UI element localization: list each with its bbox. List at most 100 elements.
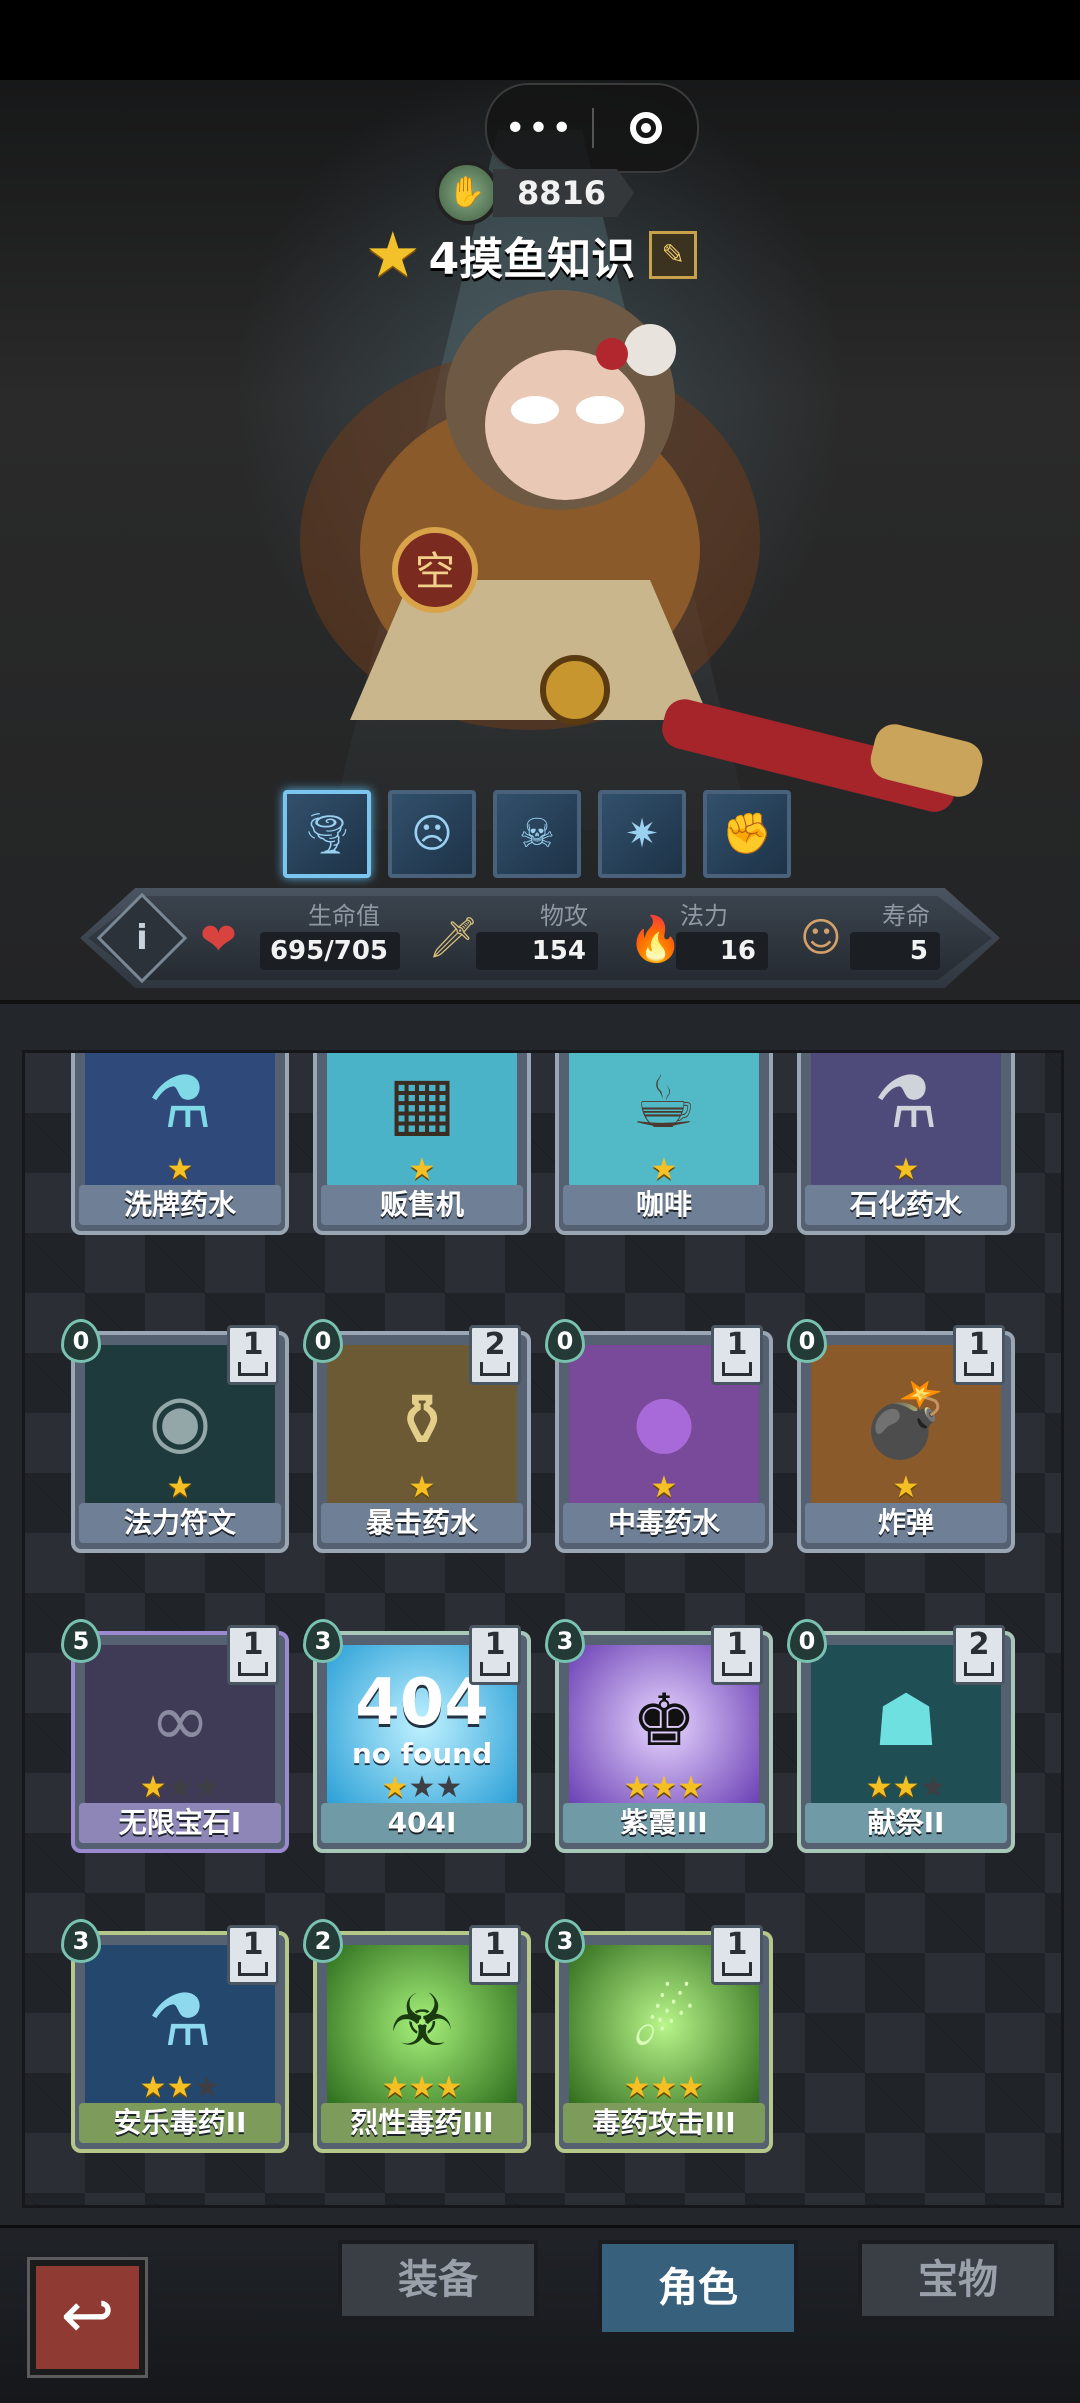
card-infinity-gem[interactable]: ∞ ★★★ 无限宝石I 5 1: [61, 1619, 289, 1853]
card-cost: 3: [303, 1619, 343, 1663]
skill-slot-4[interactable]: ✷: [598, 790, 686, 878]
currency-value: 8816: [493, 169, 635, 217]
card-404[interactable]: 404 no found ★★★ 404I 3 1: [303, 1619, 531, 1853]
tab-equipment[interactable]: 装备: [338, 2240, 538, 2320]
stack-icon: [480, 1662, 510, 1676]
card-purple-cloud[interactable]: ♚ ★★★ 紫霞III 3 1: [545, 1619, 773, 1853]
card-stars: ★: [801, 1155, 1011, 1185]
card-count: 2: [484, 1327, 506, 1362]
card-count-badge: 1: [711, 1925, 763, 1985]
card-coffee[interactable]: ☕ ★ 咖啡: [555, 1053, 773, 1235]
skill-slot-5[interactable]: ✊: [703, 790, 791, 878]
card-name: 贩售机: [321, 1185, 523, 1225]
stack-icon: [480, 1962, 510, 1976]
tab-character[interactable]: 角色: [598, 2240, 798, 2336]
skill-slot-3[interactable]: ☠: [493, 790, 581, 878]
hero-area: 空 ••• ✋ 8816 ★ 4摸鱼知识 ✎ 🌪 ☹ ☠ ✷ ✊: [0, 0, 1080, 1000]
stat-hp: 生命值 ❤ 695/705: [200, 896, 400, 980]
card-name: 咖啡: [563, 1185, 765, 1225]
star-filled-icon: ★: [139, 2070, 167, 2105]
stat-magic-value: 16: [676, 932, 768, 970]
card-name: 石化药水: [805, 1185, 1007, 1225]
card-poison-potion[interactable]: ● ★ 中毒药水 0 1: [545, 1319, 773, 1553]
stat-hp-value: 695/705: [260, 932, 400, 970]
card-stars: ★★★: [559, 2073, 769, 2103]
card-stars: ★: [75, 1473, 285, 1503]
card-count-badge: 1: [227, 1625, 279, 1685]
card-count: 1: [242, 1627, 264, 1662]
card-cost: 0: [61, 1319, 101, 1363]
more-options-button[interactable]: •••: [487, 108, 592, 149]
star-filled-icon: ★: [650, 2070, 678, 2105]
card-count-badge: 1: [469, 1925, 521, 1985]
monk-face-icon: ☺: [800, 915, 842, 961]
card-crit-potion[interactable]: ⚱ ★ 暴击药水 0 2: [303, 1319, 531, 1553]
card-count-badge: 2: [953, 1625, 1005, 1685]
card-count: 1: [484, 1627, 506, 1662]
card-poison-attack[interactable]: ☄ ★★★ 毒药攻击III 3 1: [545, 1919, 773, 2153]
skill-bar: 🌪 ☹ ☠ ✷ ✊: [283, 790, 791, 878]
stack-icon: [964, 1362, 994, 1376]
card-cost: 2: [303, 1919, 343, 1963]
card-sacrifice[interactable]: ☗ ★★★ 献祭II 0 2: [787, 1619, 1015, 1853]
stat-hp-label: 生命值: [308, 902, 380, 930]
card-count-badge: 1: [711, 1625, 763, 1685]
star-filled-icon: ★: [865, 1770, 893, 1805]
roar-skill-icon: ☹: [411, 811, 453, 857]
stat-attack: 物攻 🗡 154: [428, 896, 598, 980]
card-vending-machine[interactable]: ▦ ★ 贩售机: [313, 1053, 531, 1235]
card-count: 1: [726, 1627, 748, 1662]
card-shuffle-potion[interactable]: ⚗ ★ 洗牌药水: [71, 1053, 289, 1235]
card-cost: 0: [303, 1319, 343, 1363]
star-empty-icon: ★: [408, 1770, 436, 1805]
jade-coin-icon: ✋: [435, 161, 499, 225]
card-name: 紫霞III: [563, 1803, 765, 1843]
star-empty-icon: ★: [919, 1770, 947, 1805]
svg-text:空: 空: [415, 549, 455, 595]
card-name: 404I: [321, 1803, 523, 1843]
card-euthanasia-poison[interactable]: ⚗ ★★★ 安乐毒药II 3 1: [61, 1919, 289, 2153]
card-cost: 0: [787, 1619, 827, 1663]
stat-magic: 法力 🔥 16: [628, 896, 768, 980]
heart-icon: ❤: [200, 914, 237, 965]
star-filled-icon: ★: [623, 1770, 651, 1805]
no-found-text: no found: [351, 1737, 493, 1770]
star-filled-icon: ★: [650, 1770, 678, 1805]
star-filled-icon: ★: [381, 2070, 409, 2105]
character-title-row: ★ 4摸鱼知识 ✎: [365, 220, 698, 290]
card-count-badge: 2: [469, 1325, 521, 1385]
skill-slot-1[interactable]: 🌪: [283, 790, 371, 878]
character-title: 4摸鱼知识: [428, 234, 636, 285]
card-cost: 3: [545, 1619, 585, 1663]
stat-lifespan-value: 5: [850, 932, 940, 970]
status-bar: [0, 0, 1080, 80]
edit-name-button[interactable]: ✎: [649, 231, 698, 279]
card-strong-poison[interactable]: ☣ ★★★ 烈性毒药III 2 1: [303, 1919, 531, 2153]
stack-icon: [238, 1962, 268, 1976]
card-cost: 0: [545, 1319, 585, 1363]
card-petrify-potion[interactable]: ⚗ ★ 石化药水: [797, 1053, 1015, 1235]
monkey-king-character-art: 空: [300, 290, 983, 812]
card-count-badge: 1: [953, 1325, 1005, 1385]
card-bomb[interactable]: 💣 ★ 炸弹 0 1: [787, 1319, 1015, 1553]
card-count-badge: 1: [227, 1925, 279, 1985]
card-count: 1: [242, 1327, 264, 1362]
star-filled-icon: ★: [166, 1152, 194, 1187]
stack-icon: [238, 1362, 268, 1376]
star-filled-icon: ★: [677, 1770, 705, 1805]
star-filled-icon: ★: [166, 2070, 194, 2105]
card-count: 2: [968, 1627, 990, 1662]
skill-slot-2[interactable]: ☹: [388, 790, 476, 878]
card-name: 安乐毒药II: [79, 2103, 281, 2143]
sword-icon: 🗡: [428, 915, 479, 961]
return-arrow-icon: ↩: [60, 2279, 115, 2353]
star-empty-icon: ★: [435, 1770, 463, 1805]
card-name: 中毒药水: [563, 1503, 765, 1543]
stat-lifespan-label: 寿命: [882, 902, 930, 930]
back-button[interactable]: ↩: [27, 2257, 148, 2378]
card-stars: ★★★: [317, 1773, 527, 1803]
card-count-badge: 1: [227, 1325, 279, 1385]
close-mini-program-button[interactable]: [594, 112, 697, 144]
card-mana-rune[interactable]: ◉ ★ 法力符文 0 1: [61, 1319, 289, 1553]
tab-treasure[interactable]: 宝物: [858, 2240, 1058, 2320]
